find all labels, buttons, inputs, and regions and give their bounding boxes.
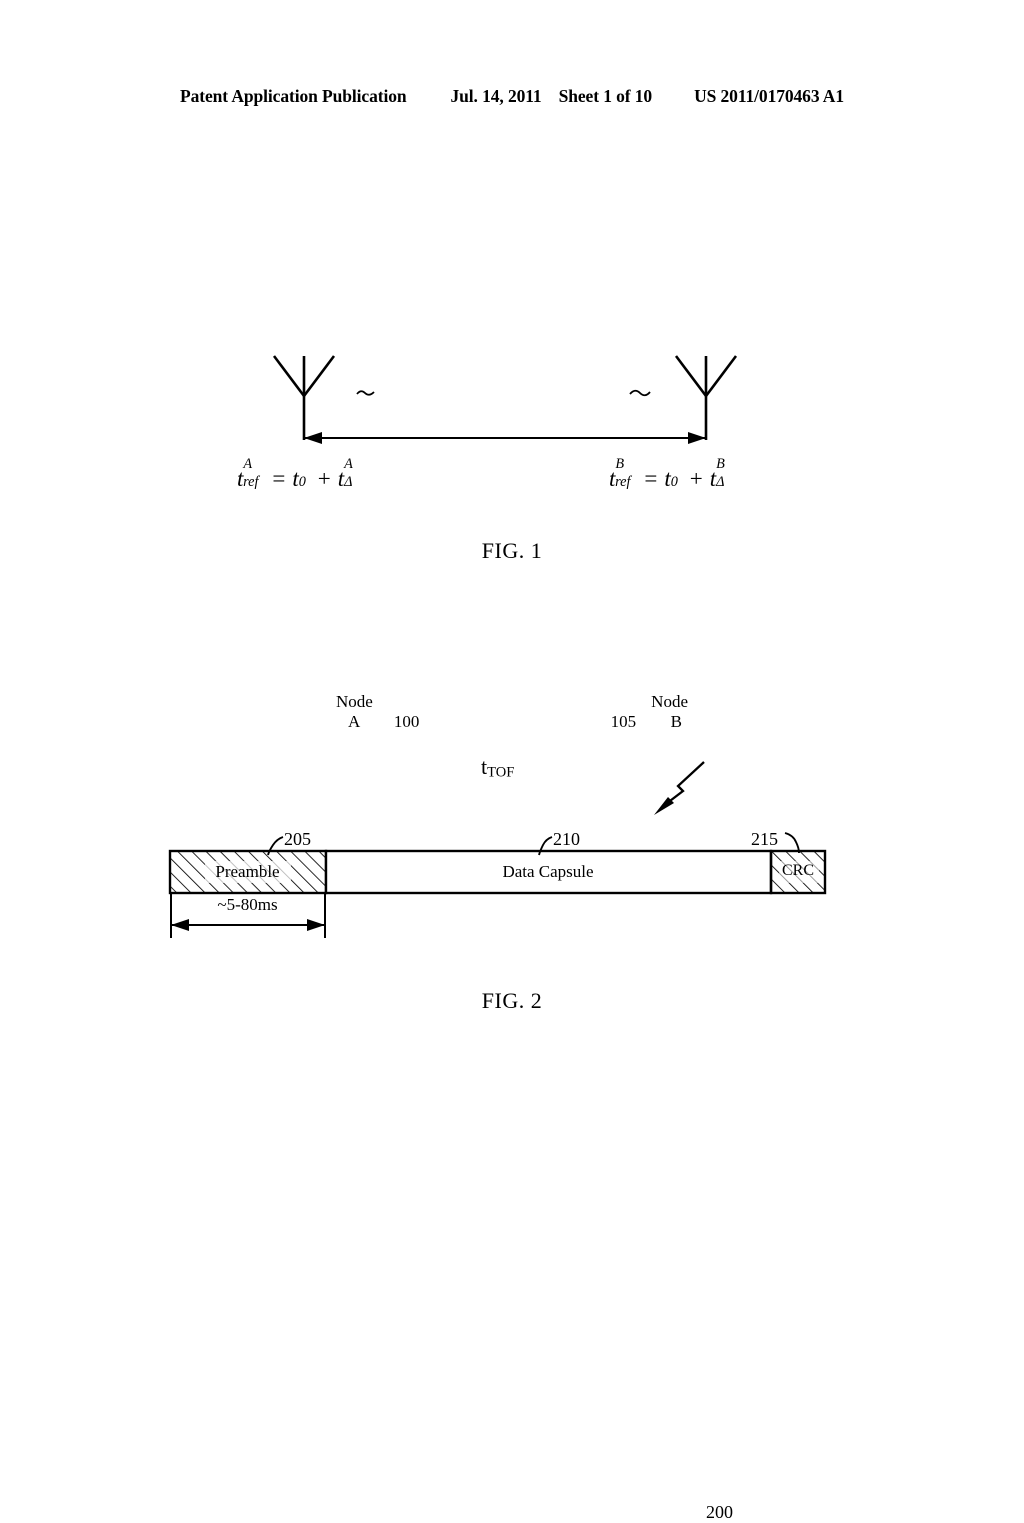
figure-2: 200 [0, 745, 1024, 1522]
node-b-title: Node [651, 692, 688, 711]
reference-number-215: 215 [751, 829, 778, 849]
tof-dimension-arrow [304, 432, 706, 444]
figure-2-caption: FIG. 2 [481, 988, 543, 1013]
eq-b-lhs-sub: ref [615, 473, 631, 490]
reference-number-210: 210 [553, 829, 580, 849]
eq-a-lhs: t Aref [237, 456, 258, 492]
header-sheet-text: Sheet 1 of 10 [558, 86, 653, 106]
eq-a-lhs-sup: A [243, 455, 253, 472]
node-a-letter: A [348, 711, 360, 731]
eq-b-term1: t0 [664, 466, 678, 492]
node-b-reference: 105 [610, 711, 637, 731]
antenna-icon-node-a [272, 355, 336, 440]
leader-squiggle-node-a [356, 390, 375, 396]
eq-b-lhs: t Bref [609, 456, 630, 492]
node-a-row2: A 100 [336, 712, 419, 732]
antenna-icon-node-b [674, 355, 738, 440]
eq-b-lhs-sup: B [615, 455, 625, 472]
node-b-label: Node 105 B [578, 692, 688, 731]
preamble-dimension-label: ~5-80ms [217, 895, 278, 914]
eq-a-lhs-sub: ref [243, 473, 259, 490]
eq-b-term2-sub: Δ [716, 473, 725, 490]
figure-1-drawing [272, 355, 738, 444]
reference-number-205: 205 [284, 829, 311, 849]
header-date-text: Jul. 14, 2011 [450, 86, 542, 106]
header-patent-number-text: US 2011/0170463 A1 [694, 86, 844, 106]
eq-a-term2-sub: Δ [344, 473, 353, 490]
equation-node-b: t Bref = t 0 + t B Δ [609, 456, 725, 492]
packet-field-crc-label: CRC [781, 862, 814, 879]
eq-b-term2: tBΔ [710, 456, 725, 492]
eq-a-term2: tAΔ [338, 456, 353, 492]
leader-squiggle-node-b [629, 389, 651, 397]
packet-field-data-capsule-label: Data Capsule [502, 862, 594, 881]
packet-reference-number: 200 [706, 1502, 733, 1522]
figure-2-drawing [168, 761, 827, 938]
node-a-title: Node [336, 692, 373, 711]
packet-field-preamble-label: Preamble [215, 862, 280, 881]
node-a-reference: 100 [393, 711, 420, 731]
patent-header: Patent Application Publication Jul. 14, … [0, 86, 1024, 107]
figure-1: Node A 100 Node 105 B tTOF [0, 330, 1024, 782]
eq-b-term2-sup: B [716, 455, 725, 472]
eq-a-term1-sub: 0 [298, 473, 306, 490]
header-publication-text: Patent Application Publication [180, 86, 407, 106]
figure-1-caption: FIG. 1 [481, 538, 543, 563]
node-b-letter: B [670, 711, 682, 731]
eq-a-equals: = [272, 466, 286, 491]
node-a-label: Node A 100 [336, 692, 419, 731]
eq-a-plus: + [317, 466, 331, 491]
eq-a-term1: t0 [292, 466, 306, 492]
eq-b-term1-sub: 0 [670, 473, 678, 490]
eq-b-plus: + [689, 466, 703, 491]
eq-a-term2-sup: A [344, 455, 353, 472]
packet-reference-arrow [654, 761, 705, 815]
equation-node-a: t Aref = t 0 + t A Δ [237, 456, 353, 492]
eq-b-equals: = [644, 466, 658, 491]
node-b-row2: 105 B [578, 712, 688, 732]
